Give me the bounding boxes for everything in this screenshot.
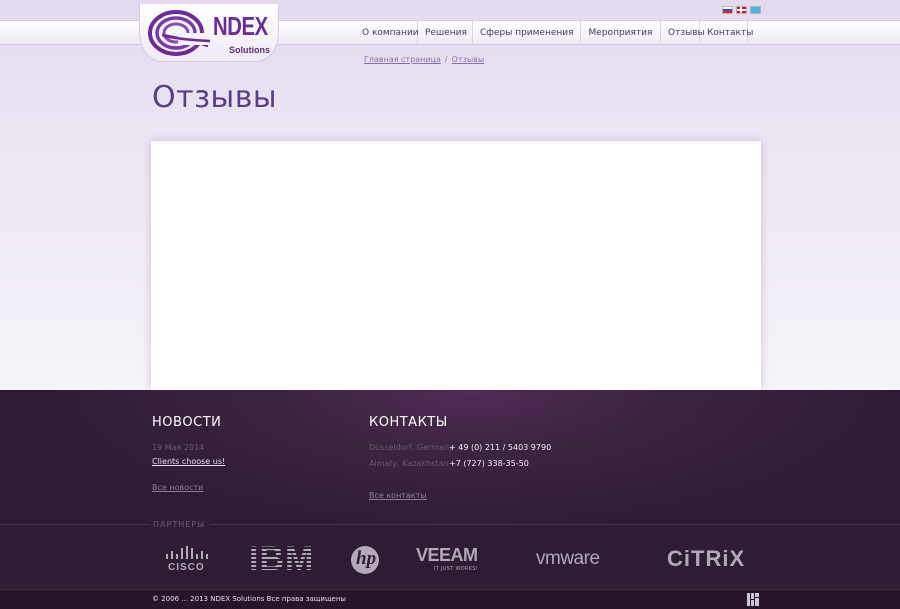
hp-text: hp: [356, 548, 377, 569]
main-menu: О компании Решения Сферы применения Меро…: [355, 21, 753, 45]
breadcrumb-current-link[interactable]: Отзывы: [452, 55, 485, 64]
veeam-text: VEEAM: [416, 545, 478, 565]
ibm-logo[interactable]: IBM: [249, 542, 319, 576]
all-contacts-link[interactable]: Все контакты: [369, 491, 427, 500]
veeam-tagline: IT JUST WORKS!: [434, 566, 479, 572]
contact-city: Almaty, Kazakhstan: [369, 459, 449, 468]
logo-tagline: Solutions: [229, 45, 270, 55]
citrix-logo[interactable]: CiTRiX: [667, 546, 745, 572]
news-item-link[interactable]: Clients choose us!: [152, 457, 225, 466]
breadcrumb-separator: /: [444, 55, 448, 64]
partner-logos: CISCO IBM hp VEEAM IT JUST WORKS! vmware…: [0, 536, 900, 586]
copyright-bar: © 2006 ... 2013 NDEX Solutions Все права…: [0, 589, 900, 609]
contact-phone[interactable]: + 49 (0) 211 / 5403 9790: [449, 443, 551, 452]
contact-phone[interactable]: +7 (727) 338-35-50: [449, 459, 529, 468]
developer-logo-icon[interactable]: [747, 593, 759, 606]
news-heading: НОВОСТИ: [152, 415, 222, 430]
partners-label: ПАРТНЕРЫ: [148, 520, 211, 529]
contacts-heading: КОНТАКТЫ: [369, 415, 448, 430]
partners-divider: [0, 524, 900, 525]
logo-brand-text[interactable]: NDEX: [213, 11, 268, 42]
all-news-link[interactable]: Все новости: [152, 483, 203, 492]
page-title: Отзывы: [152, 80, 278, 115]
vmware-logo[interactable]: vmware: [536, 548, 600, 570]
cisco-text: CISCO: [168, 562, 205, 573]
copyright-text: © 2006 ... 2013 NDEX Solutions Все права…: [152, 595, 346, 603]
content-area: [151, 141, 761, 391]
nav-item-industries[interactable]: Сферы применения: [473, 21, 581, 45]
nav-item-solutions[interactable]: Решения: [418, 21, 473, 45]
hp-logo[interactable]: hp: [351, 546, 379, 574]
breadcrumb-home-link[interactable]: Главная страница: [364, 55, 441, 64]
ndex-swirl-icon[interactable]: [148, 8, 210, 58]
flag-en-icon[interactable]: [736, 6, 747, 14]
nav-item-contacts[interactable]: Контакты: [700, 21, 753, 45]
cisco-bars-icon: [166, 546, 208, 559]
news-date: 19 Мая 2014: [152, 443, 205, 452]
language-switcher: [722, 6, 761, 15]
cisco-logo[interactable]: CISCO: [165, 546, 211, 576]
flag-kz-icon[interactable]: [750, 6, 761, 14]
footer: НОВОСТИ 19 Мая 2014 Clients choose us! В…: [0, 390, 900, 609]
nav-item-events[interactable]: Мероприятия: [581, 21, 661, 45]
flag-ru-icon[interactable]: [722, 6, 733, 14]
breadcrumb: Главная страница / Отзывы: [364, 55, 484, 64]
contact-city: Düsseldorf, Germany: [369, 443, 454, 452]
nav-item-about[interactable]: О компании: [355, 21, 419, 45]
nav-item-reviews[interactable]: Отзывы: [661, 21, 705, 45]
veeam-logo[interactable]: VEEAM IT JUST WORKS!: [414, 545, 488, 575]
